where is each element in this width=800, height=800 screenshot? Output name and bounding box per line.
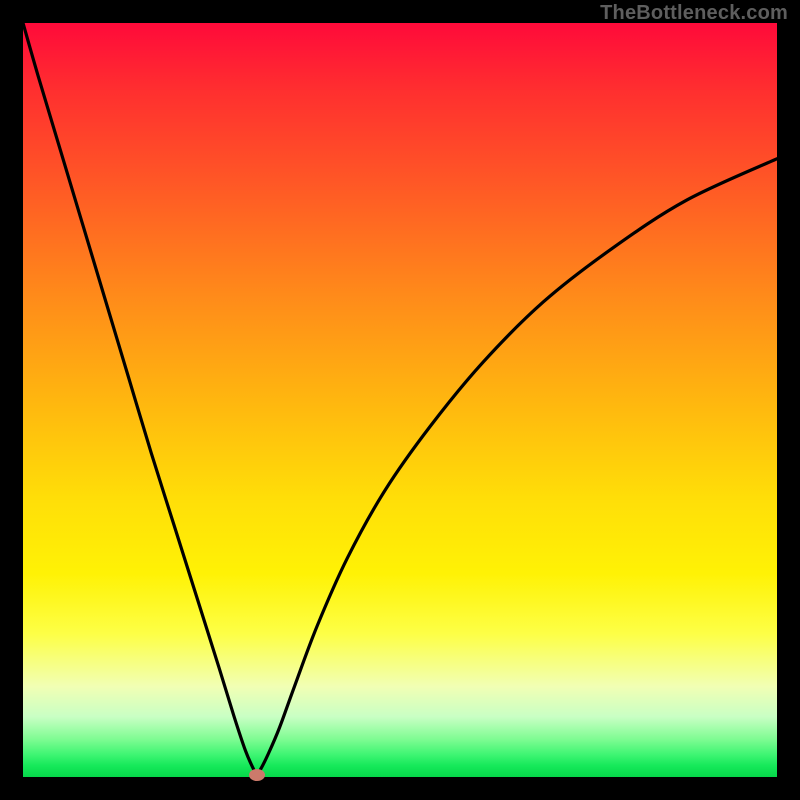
- bottleneck-curve: [23, 23, 777, 777]
- optimum-marker: [249, 769, 265, 781]
- watermark-text: TheBottleneck.com: [600, 2, 788, 25]
- plot-area: [23, 23, 777, 777]
- chart-frame: TheBottleneck.com: [0, 0, 800, 800]
